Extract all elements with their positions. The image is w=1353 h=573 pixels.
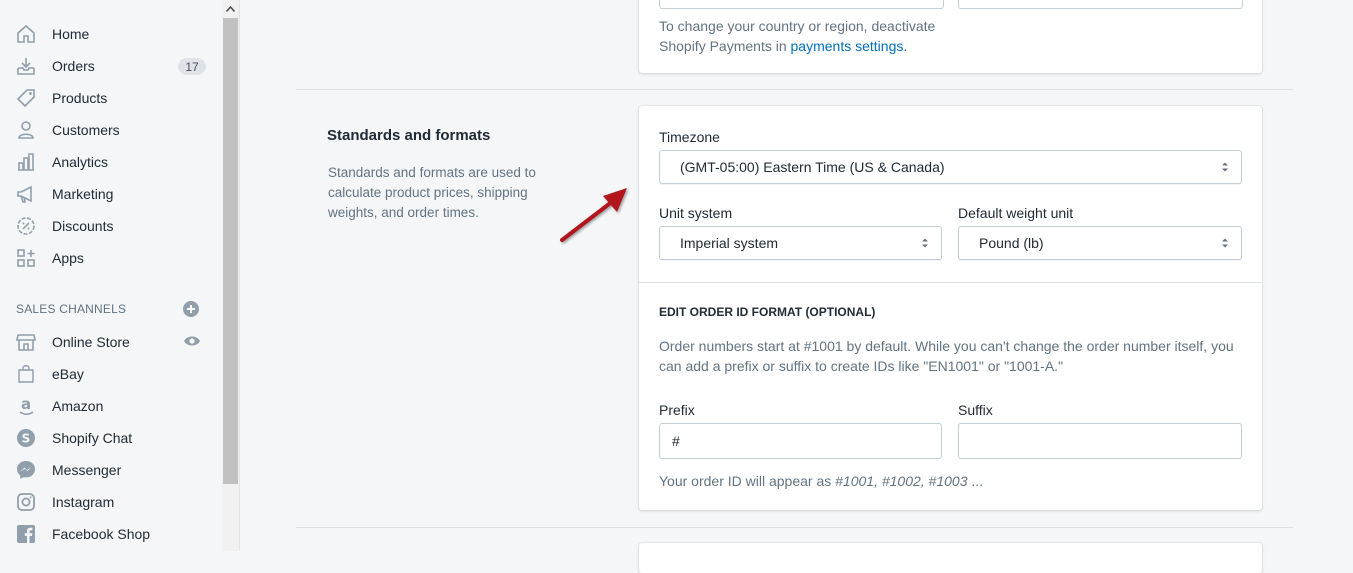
prefix-value: # [672,433,680,449]
unit-system-value: Imperial system [680,235,779,251]
home-icon [15,24,37,44]
select-arrows-icon [1222,238,1228,248]
select-arrows-icon [922,238,928,248]
suffix-input[interactable] [958,423,1242,459]
sidebar-item-label: Products [52,90,108,106]
sidebar-item-label: Discounts [52,218,114,234]
sidebar-item-analytics[interactable]: Analytics [0,146,222,178]
sidebar-item-label: eBay [52,366,84,382]
sidebar-item-label: Home [52,26,90,42]
country-change-note: To change your country or region, deacti… [659,16,935,56]
card-divider [639,282,1262,283]
scroll-up-arrow-icon[interactable] [222,0,239,17]
eye-icon[interactable] [183,334,201,348]
unit-system-label: Unit system [659,205,733,221]
timezone-select[interactable]: (GMT-05:00) Eastern Time (US & Canada) [659,150,1242,184]
note-line: To change your country or region, deacti… [659,18,936,34]
note-text: Shopify Payments in [659,38,791,54]
sidebar-item-label: Shopify Chat [52,430,133,446]
sidebar-item-marketing[interactable]: Marketing [0,178,222,210]
add-channel-icon[interactable] [183,301,199,317]
instagram-icon [15,492,37,512]
description-line: can add a prefix or suffix to create IDs… [659,358,1064,374]
weight-unit-label: Default weight unit [958,205,1074,221]
settings-main: To change your country or region, deacti… [240,0,1353,573]
prefix-input[interactable]: # [659,423,942,459]
province-select[interactable] [958,0,1243,9]
description-line: calculate product prices, shipping [328,185,528,200]
sidebar-item-products[interactable]: Products [0,82,222,114]
section-divider [296,89,1294,90]
store-icon [15,332,37,352]
preview-ellipsis: ... [967,473,984,489]
megaphone-icon [15,184,37,204]
sidebar-item-label: Apps [52,250,84,266]
section-divider [296,527,1294,528]
sidebar-item-label: Messenger [52,462,122,478]
annotation-arrow-icon [560,188,627,242]
weight-unit-value: Pound (lb) [979,235,1044,251]
apps-icon [15,248,37,268]
standards-description: Standards and formats are used to calcul… [328,163,536,223]
discount-icon [15,216,37,236]
amazon-icon: a [15,396,37,416]
sidebar-scrollbar[interactable] [222,0,240,551]
order-id-preview: Your order ID will appear as #1001, #100… [659,473,983,489]
sidebar-item-label: Orders [52,58,95,74]
payments-settings-link[interactable]: payments settings. [791,38,908,54]
sidebar-item-customers[interactable]: Customers [0,114,222,146]
unit-system-select[interactable]: Imperial system [659,226,942,260]
sidebar-item-ebay[interactable]: eBay [0,358,222,390]
sidebar-item-label: Instagram [52,494,115,510]
svg-text:S: S [22,432,31,446]
sales-channels-heading: SALES CHANNELS [16,302,127,316]
order-id-heading: EDIT ORDER ID FORMAT (OPTIONAL) [659,305,876,319]
order-id-description: Order numbers start at #1001 by default.… [659,336,1234,376]
select-arrows-icon [1222,162,1228,172]
sidebar-item-orders[interactable]: Orders 17 [0,50,222,82]
note-line: Shopify Payments in payments settings. [659,36,935,56]
sidebar-item-label: Facebook Shop [52,526,151,542]
sidebar-item-label: Customers [52,122,120,138]
standards-title: Standards and formats [327,127,491,144]
description-line: Standards and formats are used to [328,165,536,180]
sidebar-item-messenger[interactable]: Messenger [0,454,222,486]
sidebar-item-label: Online Store [52,334,130,350]
sidebar-item-facebook-shop[interactable]: Facebook Shop [0,518,222,550]
next-section-card [639,543,1262,573]
suffix-label: Suffix [958,402,993,418]
sidebar-item-amazon[interactable]: a Amazon [0,390,222,422]
prefix-label: Prefix [659,402,695,418]
description-line: Order numbers start at #1001 by default.… [659,338,1234,354]
sidebar-item-home[interactable]: Home [0,18,222,50]
standards-card: Timezone (GMT-05:00) Eastern Time (US & … [639,106,1262,510]
facebook-icon [15,524,37,544]
sidebar-item-label: Marketing [52,186,114,202]
preview-text: Your order ID will appear as [659,473,836,489]
bar-chart-icon [15,152,37,172]
timezone-label: Timezone [659,129,720,145]
timezone-value: (GMT-05:00) Eastern Time (US & Canada) [680,159,945,175]
store-address-card: To change your country or region, deacti… [639,0,1262,73]
orders-count-badge: 17 [178,58,206,75]
preview-ids: #1001, #1002, #1003 [835,473,968,489]
svg-text:a: a [21,396,31,413]
shopify-chat-icon: S [15,428,37,448]
messenger-icon [15,460,37,480]
bag-icon [15,364,37,384]
country-select[interactable] [659,0,944,9]
sidebar: Home Orders 17 Products Customers Analyt… [0,0,222,551]
sidebar-item-shopify-chat[interactable]: S Shopify Chat [0,422,222,454]
sidebar-item-instagram[interactable]: Instagram [0,486,222,518]
person-icon [15,120,37,140]
sidebar-item-apps[interactable]: Apps [0,242,222,274]
weight-unit-select[interactable]: Pound (lb) [958,226,1242,260]
sidebar-item-discounts[interactable]: Discounts [0,210,222,242]
orders-icon [15,56,37,76]
description-line: weights, and order times. [328,205,479,220]
scroll-thumb[interactable] [223,18,238,484]
sidebar-item-label: Amazon [52,398,104,414]
tag-icon [15,88,37,108]
sidebar-item-label: Analytics [52,154,109,170]
